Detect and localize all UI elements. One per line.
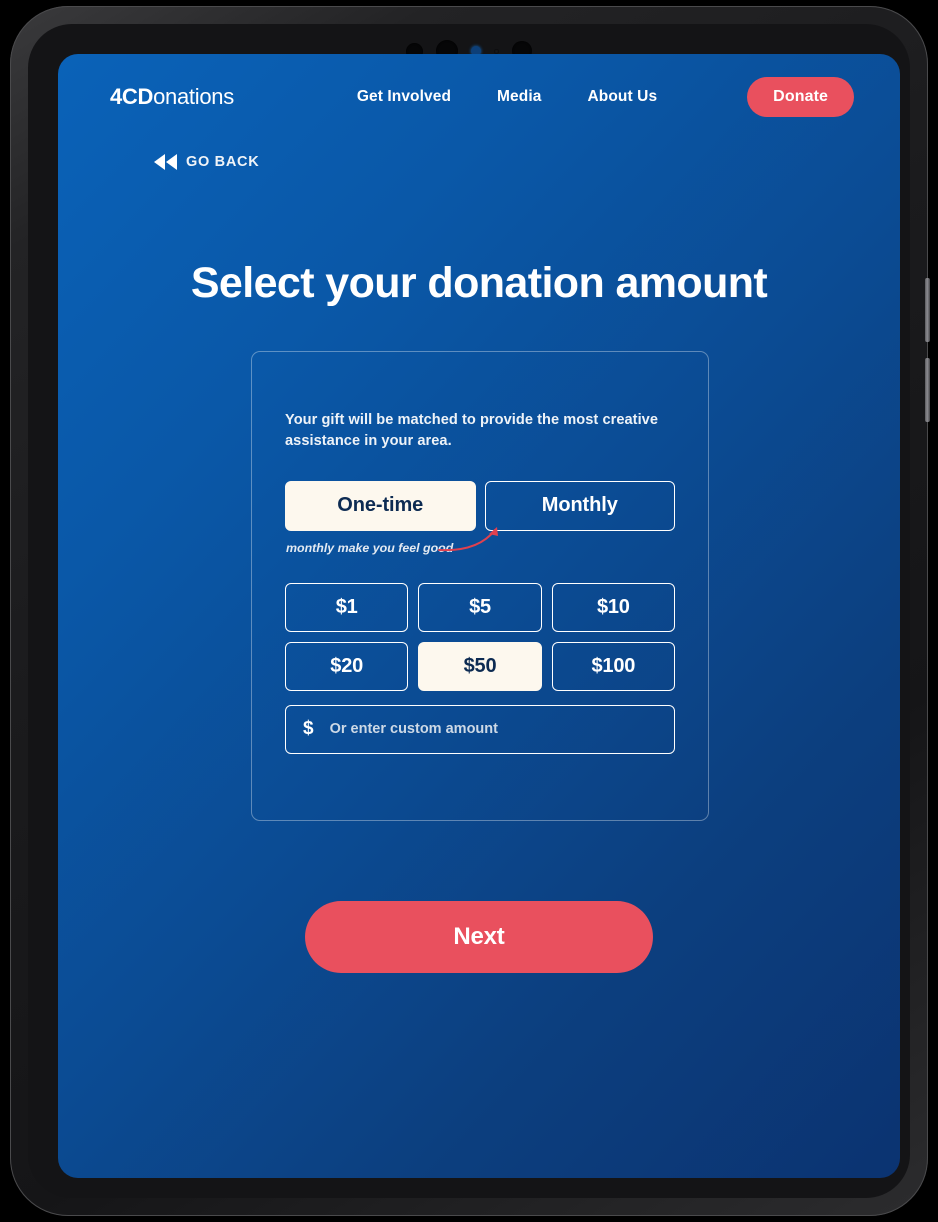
frequency-option-monthly[interactable]: Monthly [484, 480, 675, 531]
device-stage: 4CDonations Get Involved Media About Us … [0, 0, 938, 1222]
next-button[interactable]: Next [305, 901, 653, 973]
nav-item-get-involved[interactable]: Get Involved [357, 88, 451, 106]
nav-item-about-us[interactable]: About Us [587, 88, 657, 106]
dollar-sign-icon: $ [303, 718, 314, 740]
annotation-group: monthly make you feel good [285, 526, 675, 567]
nav-links: Get Involved Media About Us Donate [357, 77, 854, 117]
donate-button[interactable]: Donate [747, 77, 854, 117]
amount-option-5[interactable]: $5 [418, 582, 542, 632]
tablet-frame: 4CDonations Get Involved Media About Us … [10, 6, 930, 1216]
go-back-label: GO BACK [186, 154, 260, 170]
amount-option-50[interactable]: $50 [418, 641, 542, 691]
custom-amount-input[interactable] [329, 721, 657, 738]
amount-option-10[interactable]: $10 [551, 582, 675, 632]
nav-item-media[interactable]: Media [497, 88, 541, 106]
donation-card: Your gift will be matched to provide the… [251, 351, 709, 821]
card-description: Your gift will be matched to provide the… [285, 412, 659, 450]
annotation-arrow-icon [438, 526, 498, 551]
amount-grid: $1 $5 $10 $20 $50 $100 [285, 582, 675, 691]
camera-micro-sensor-icon [494, 48, 499, 54]
rewind-icon [154, 154, 177, 170]
page-title: Select your donation amount [190, 259, 768, 307]
amount-option-1[interactable]: $1 [285, 582, 409, 632]
logo-strong-text: 4CD [110, 84, 154, 109]
site-logo[interactable]: 4CDonations [110, 84, 234, 110]
logo-rest-text: onations [153, 84, 234, 109]
annotation-text: monthly make you feel good [286, 540, 454, 555]
custom-amount-field[interactable]: $ [285, 704, 675, 754]
amount-option-20[interactable]: $20 [285, 641, 409, 691]
top-navigation: 4CDonations Get Involved Media About Us … [58, 54, 900, 140]
volume-up-button[interactable] [925, 278, 930, 342]
volume-down-button[interactable] [925, 358, 930, 422]
screen: 4CDonations Get Involved Media About Us … [58, 54, 900, 1178]
go-back-link[interactable]: GO BACK [154, 154, 259, 170]
amount-option-100[interactable]: $100 [551, 641, 675, 691]
